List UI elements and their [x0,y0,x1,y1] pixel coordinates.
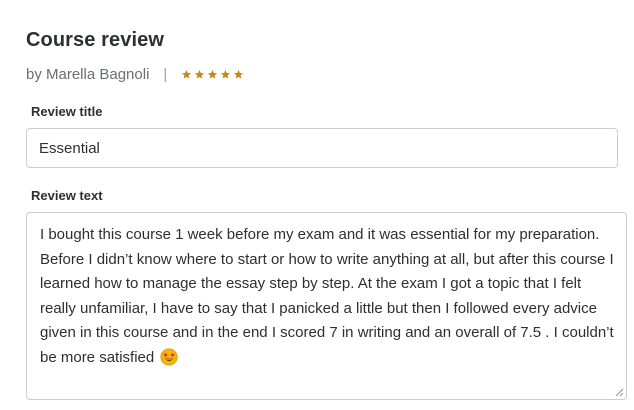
star-icon [221,69,231,79]
star-struck-emoji-icon [160,347,178,366]
review-title-input[interactable] [26,128,618,168]
review-text-content[interactable]: I bought this course 1 week before my ex… [27,213,626,399]
page-title: Course review [26,29,165,51]
review-text-value: I bought this course 1 week before my ex… [40,226,614,366]
review-meta: by Marella Bagnoli | [26,64,244,84]
star-icon [195,69,205,79]
resize-grip-icon[interactable] [615,388,624,397]
author-name: by Marella Bagnoli [26,65,150,83]
star-icon [182,69,192,79]
review-text-label: Review text [31,188,103,203]
course-review-panel: Course review by Marella Bagnoli | Revie… [0,0,634,410]
star-icon [234,69,244,79]
review-title-label: Review title [31,104,103,119]
meta-separator: | [163,65,168,83]
star-rating [181,69,244,80]
star-icon [208,69,218,79]
review-text-area[interactable]: I bought this course 1 week before my ex… [26,212,627,400]
